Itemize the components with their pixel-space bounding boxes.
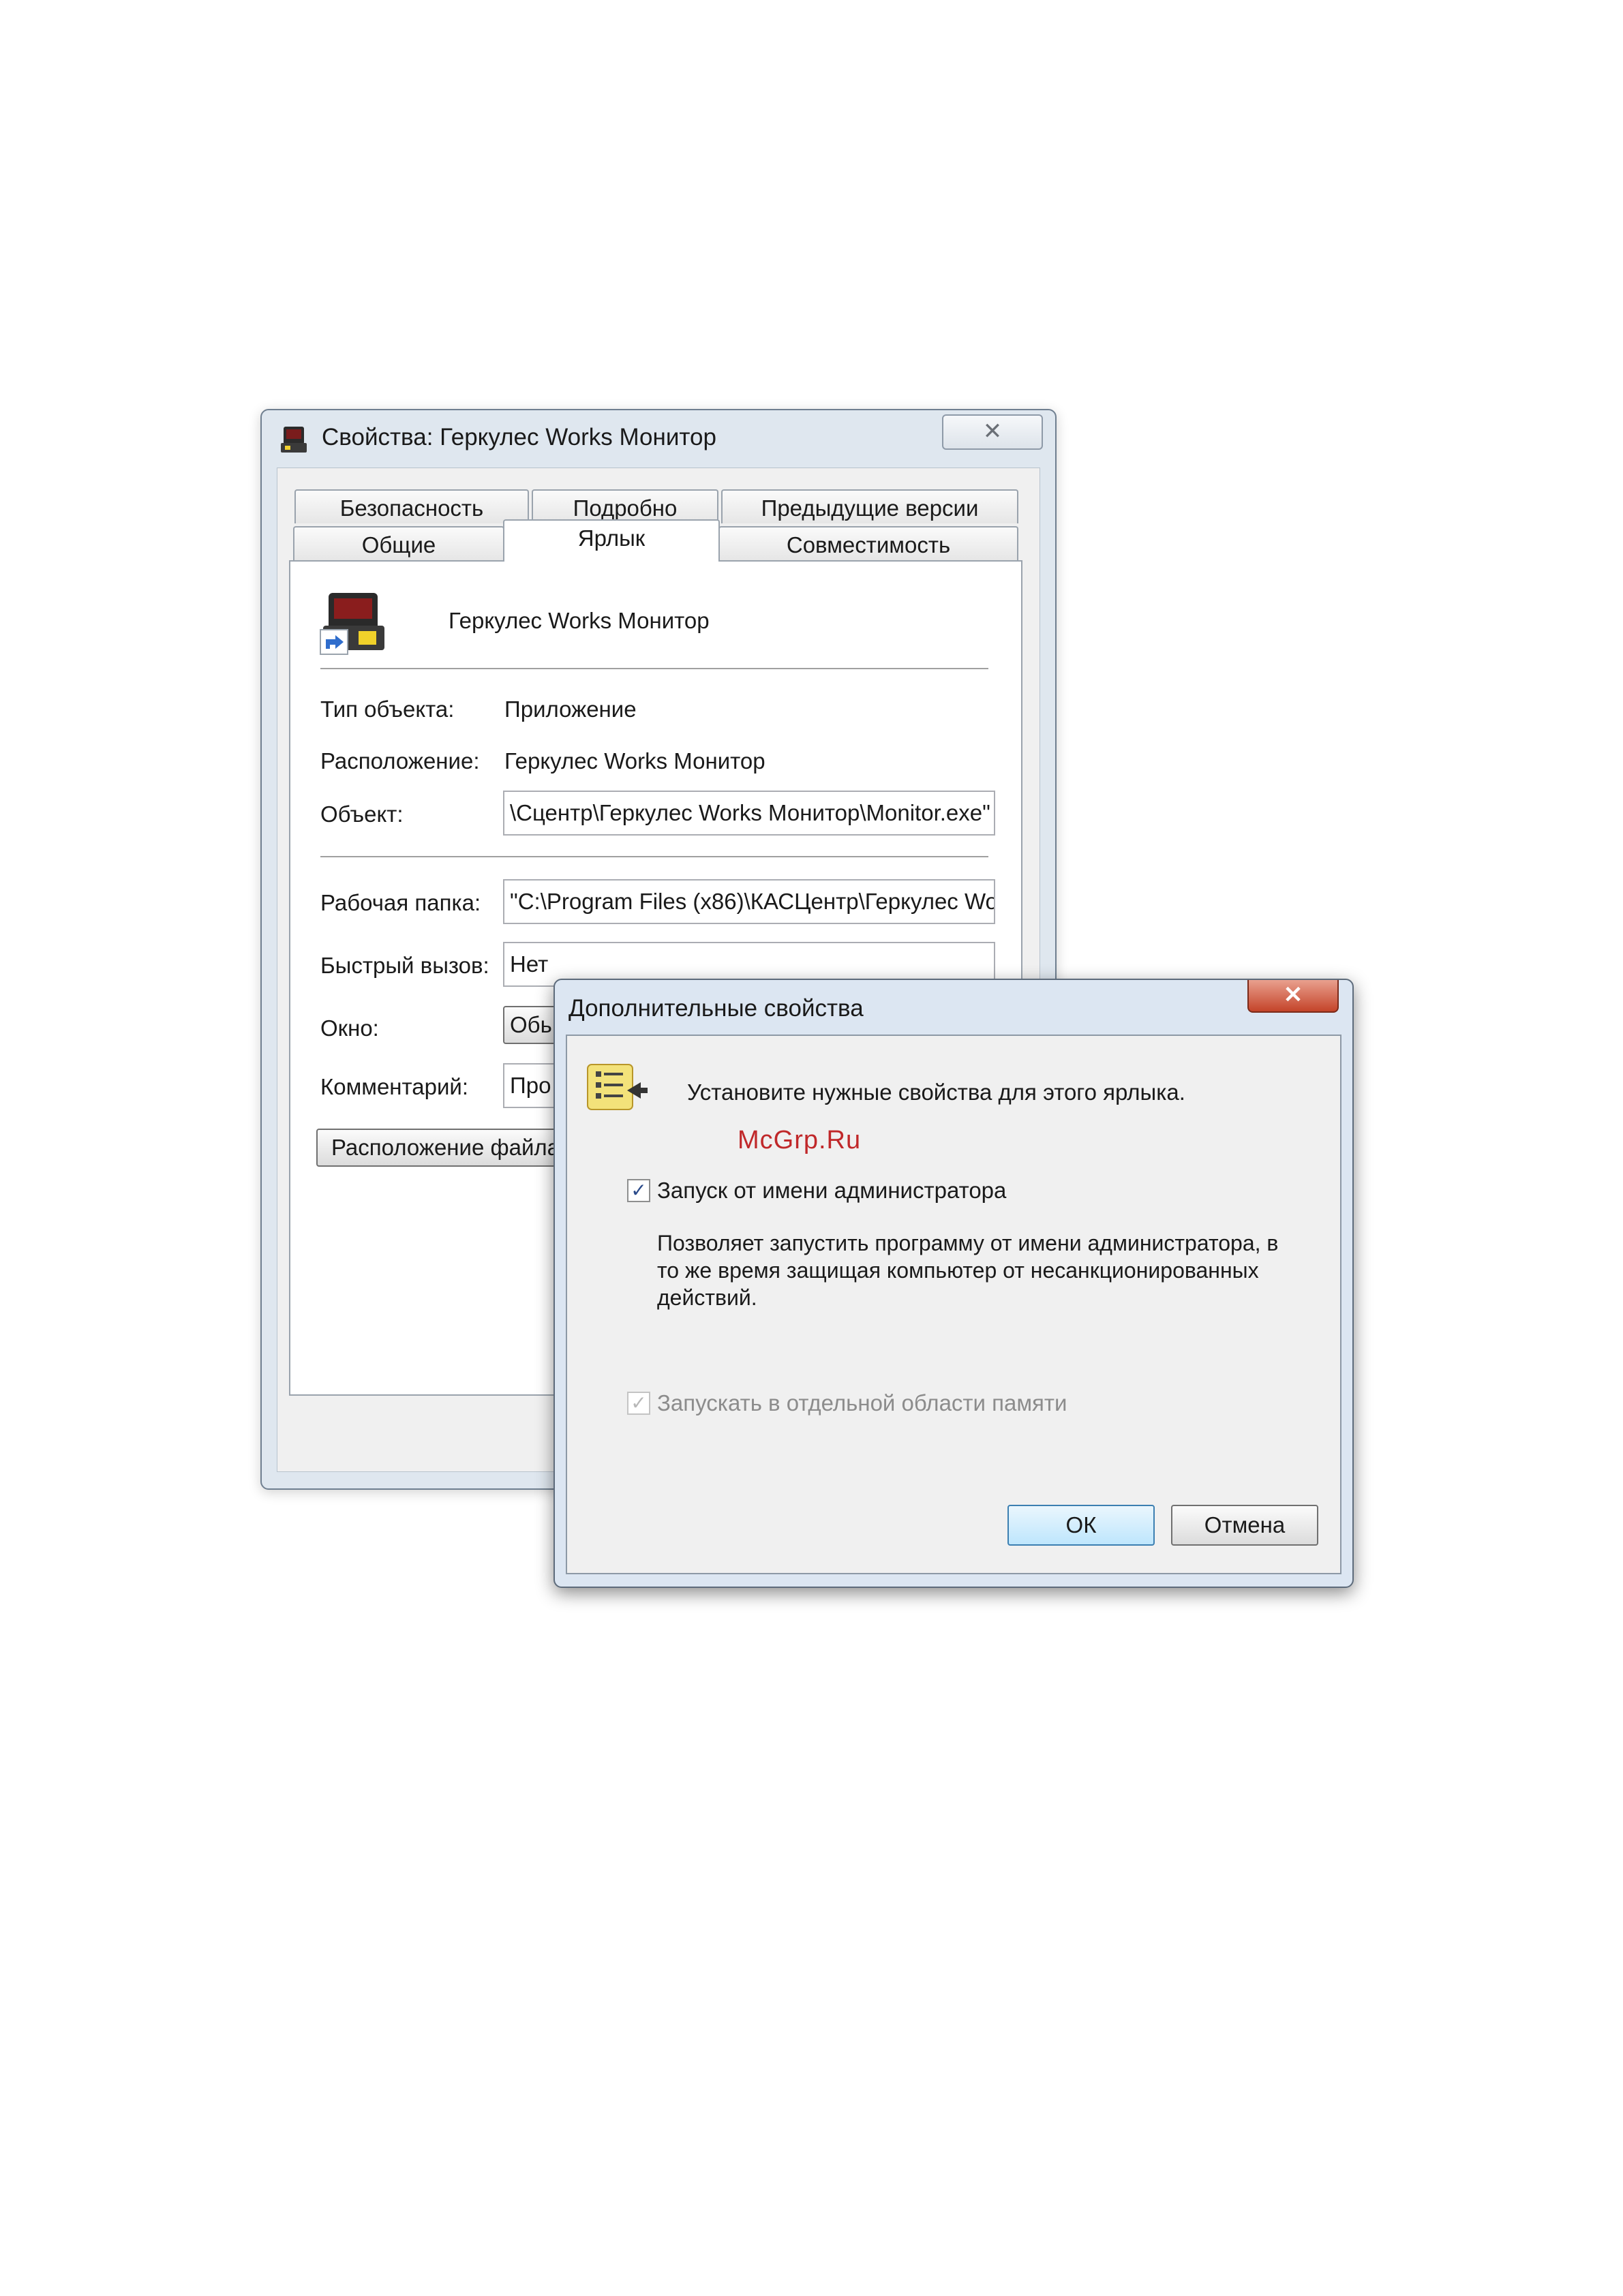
hotkey-label: Быстрый вызов: [320,953,489,978]
hercules-shortcut-icon [320,593,384,655]
close-icon[interactable]: ✕ [942,414,1043,450]
instruction-text: Установите нужные свойства для этого ярл… [687,1080,1185,1105]
separate-memory-label: Запускать в отдельной области памяти [657,1390,1067,1415]
properties-list-icon [587,1064,648,1110]
separator [320,668,988,669]
start-in-field[interactable]: "C:\Program Files (x86)\КАСЦентр\Геркуле… [503,879,995,924]
location-value: Геркулес Works Монитор [504,748,765,774]
target-field[interactable]: \Сцентр\Геркулес Works Монитор\Monitor.e… [503,791,995,836]
properties-titlebar[interactable]: Свойства: Геркулес Works Монитор ✕ [262,410,1055,459]
tab-previous-versions[interactable]: Предыдущие версии [721,489,1018,523]
type-label: Тип объекта: [320,697,455,722]
separate-memory-checkbox[interactable]: ✓ [627,1392,650,1415]
watermark-text: McGrp.Ru [738,1126,862,1154]
start-in-label: Рабочая папка: [320,890,481,915]
target-label: Объект: [320,801,404,827]
comment-label: Комментарий: [320,1074,469,1099]
run-label: Окно: [320,1015,379,1041]
advanced-properties-dialog: Дополнительные свойства ✕ Установите нуж… [553,979,1354,1588]
run-as-admin-description-line-1: Позволяет запустить программу от имени а… [657,1231,1279,1255]
tab-security[interactable]: Безопасность [294,489,529,523]
location-label: Расположение: [320,748,480,774]
ok-button[interactable]: ОК [1007,1505,1155,1546]
tab-shortcut[interactable]: Ярлык [503,519,720,562]
run-as-admin-checkbox[interactable]: ✓ [627,1179,650,1202]
type-value: Приложение [504,697,637,722]
run-as-admin-description-line-2: то же время защищая компьютер от несанкц… [657,1258,1259,1283]
tab-general[interactable]: Общие [293,526,504,560]
tab-compatibility[interactable]: Совместимость [718,526,1018,560]
tab-details[interactable]: Подробно [532,489,718,523]
run-as-admin-description-line-3: действий. [657,1285,757,1310]
shortcut-name: Геркулес Works Монитор [449,608,710,633]
advanced-dialog-client: Установите нужные свойства для этого ярл… [566,1035,1341,1574]
properties-window-title: Свойства: Геркулес Works Монитор [322,424,716,450]
cancel-button[interactable]: Отмена [1171,1505,1318,1546]
close-icon[interactable]: ✕ [1247,980,1339,1013]
advanced-dialog-title: Дополнительные свойства [568,995,864,1022]
separator [320,856,988,857]
run-as-admin-label[interactable]: Запуск от имени администратора [657,1178,1006,1204]
hercules-app-icon [281,427,307,453]
